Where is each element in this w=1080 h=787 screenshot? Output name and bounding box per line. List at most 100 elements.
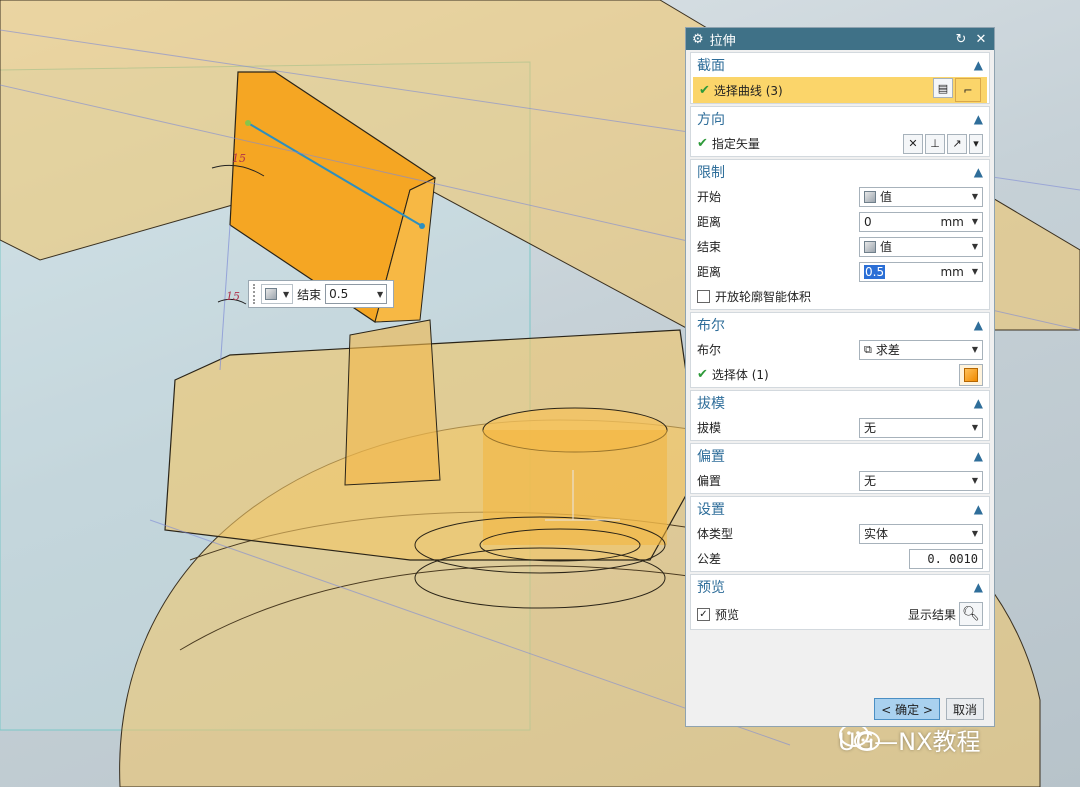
- start-label: 开始: [697, 190, 722, 204]
- check-icon: ✔: [699, 82, 710, 98]
- show-result-label: 显示结果: [907, 607, 956, 622]
- dialog-titlebar[interactable]: ⚙ 拉伸 ↻ ✕: [686, 28, 994, 50]
- limits-header[interactable]: 限制 ▲: [691, 160, 989, 184]
- chevron-down-icon[interactable]: ▼: [972, 267, 978, 276]
- drag-grip[interactable]: [253, 284, 257, 304]
- draft-group: 拔模 ▲ 拔模 无 ▼: [690, 390, 990, 441]
- limits-header-label: 限制: [697, 165, 725, 181]
- limit-type-dropdown[interactable]: ▼: [261, 284, 294, 304]
- limits-group: 限制 ▲ 开始 值 ▼ 距离 0 mm ▼ 结束 值 ▼ 距离 0.5 mm ▼…: [690, 159, 990, 310]
- collapse-icon[interactable]: ▲: [974, 112, 983, 126]
- start-type-value: 值: [880, 190, 893, 204]
- draft-value: 无: [864, 421, 877, 435]
- start-distance-input[interactable]: 0 mm ▼: [859, 211, 983, 232]
- dialog-footer: < 确定 > 取消: [874, 698, 984, 720]
- preview-header[interactable]: 预览 ▲: [691, 575, 989, 599]
- preview-header-label: 预览: [697, 580, 725, 596]
- unit-label: mm: [940, 214, 964, 229]
- section-group: 截面 ▲ ✔ 选择曲线 (3) ▤ ⌐: [690, 52, 990, 104]
- handle-label: 结束: [297, 287, 322, 302]
- draft-header[interactable]: 拔模 ▲: [691, 391, 989, 415]
- collapse-icon[interactable]: ▲: [974, 502, 983, 516]
- collapse-icon[interactable]: ▲: [974, 449, 983, 463]
- body-type-select[interactable]: 实体 ▼: [859, 523, 983, 544]
- select-body-row[interactable]: ✔ 选择体 (1): [691, 362, 989, 387]
- boolean-header[interactable]: 布尔 ▲: [691, 313, 989, 337]
- tolerance-input[interactable]: 0. 0010: [909, 548, 983, 569]
- collapse-icon[interactable]: ▲: [974, 396, 983, 410]
- end-row: 结束 值 ▼: [691, 234, 989, 259]
- dynamic-input-handle[interactable]: ▼ 结束 0.5 ▼: [248, 280, 394, 308]
- chevron-down-icon: ▼: [377, 289, 384, 299]
- magnifier-icon[interactable]: 🔍︎: [959, 602, 983, 626]
- draft-select[interactable]: 无 ▼: [859, 417, 983, 438]
- preview-checkbox[interactable]: ✓: [697, 607, 710, 621]
- sketch-section-icon[interactable]: ▤: [933, 78, 953, 98]
- draft-row: 拔模 无 ▼: [691, 415, 989, 440]
- offset-row: 偏置 无 ▼: [691, 468, 989, 493]
- end-distance-value: 0.5: [864, 264, 886, 279]
- direction-group: 方向 ▲ ✔ 指定矢量 ✕ ⊥ ↗ ▾: [690, 106, 990, 157]
- settings-header[interactable]: 设置 ▲: [691, 497, 989, 521]
- end-distance-input[interactable]: 0.5 mm ▼: [859, 261, 983, 282]
- close-icon[interactable]: ✕: [974, 32, 988, 47]
- boolean-select[interactable]: ⧉ 求差 ▼: [859, 339, 983, 360]
- preview-group: 预览 ▲ ✓ 预览 显示结果 🔍︎: [690, 574, 990, 630]
- reverse-direction-icon[interactable]: ✕: [903, 133, 923, 154]
- tolerance-row: 公差 0. 0010: [691, 546, 989, 571]
- start-type-select[interactable]: 值 ▼: [859, 186, 983, 207]
- chevron-down-icon: ▼: [971, 192, 978, 201]
- curve-end-point: [419, 223, 425, 229]
- offset-label: 偏置: [697, 474, 722, 488]
- solid-body-icon[interactable]: [959, 363, 983, 386]
- offset-header[interactable]: 偏置 ▲: [691, 444, 989, 468]
- select-curve-row[interactable]: ✔ 选择曲线 (3) ▤ ⌐: [693, 77, 987, 103]
- direction-header[interactable]: 方向 ▲: [691, 107, 989, 131]
- specify-vector-label: 指定矢量: [711, 137, 760, 151]
- curve-select-icon[interactable]: ⌐: [955, 78, 981, 102]
- chevron-down-icon[interactable]: ▼: [972, 217, 978, 226]
- preview-row: ✓ 预览 显示结果 🔍︎: [691, 599, 989, 629]
- chevron-down-icon: ▼: [283, 289, 290, 299]
- gear-icon[interactable]: ⚙: [692, 32, 704, 47]
- start-distance-row: 距离 0 mm ▼: [691, 209, 989, 234]
- end-distance-label: 距离: [697, 265, 722, 279]
- cancel-button[interactable]: 取消: [945, 698, 984, 720]
- collapse-icon[interactable]: ▲: [974, 580, 983, 594]
- draft-label: 拔模: [697, 421, 722, 435]
- chevron-down-icon: ▼: [971, 476, 978, 485]
- open-profile-checkbox[interactable]: [697, 290, 710, 303]
- section-header[interactable]: 截面 ▲: [691, 53, 989, 77]
- unit-label: mm: [940, 264, 964, 279]
- specify-vector-row[interactable]: ✔ 指定矢量 ✕ ⊥ ↗ ▾: [691, 131, 989, 156]
- open-profile-label: 开放轮廓智能体积: [715, 290, 812, 304]
- angle-label: 15: [232, 152, 246, 165]
- cube-icon: [864, 190, 876, 203]
- chevron-down-icon: ▼: [971, 529, 978, 538]
- chevron-down-icon: ▼: [971, 345, 978, 354]
- vector-type-icon[interactable]: ↗: [947, 133, 967, 154]
- cube-icon: [265, 288, 277, 300]
- end-type-select[interactable]: 值 ▼: [859, 236, 983, 257]
- open-profile-row[interactable]: 开放轮廓智能体积: [691, 284, 989, 309]
- slot-wall: [344, 319, 441, 486]
- chevron-down-icon[interactable]: ▾: [969, 133, 983, 154]
- handle-value-input[interactable]: 0.5 ▼: [325, 284, 388, 304]
- chevron-down-icon: ▼: [971, 423, 978, 432]
- body-type-label: 体类型: [697, 527, 734, 541]
- collapse-icon[interactable]: ▲: [974, 58, 983, 72]
- ok-button[interactable]: < 确定 >: [874, 698, 940, 720]
- collapse-icon[interactable]: ▲: [974, 318, 983, 332]
- reset-icon[interactable]: ↻: [954, 32, 968, 47]
- collapse-icon[interactable]: ▲: [974, 165, 983, 179]
- select-body-label: 选择体 (1): [711, 368, 769, 382]
- extrude-dialog: ⚙ 拉伸 ↻ ✕ 截面 ▲ ✔ 选择曲线 (3) ▤ ⌐ 方向 ▲ ✔ 指定矢量 ✕…: [685, 27, 995, 727]
- tolerance-label: 公差: [697, 552, 722, 566]
- start-distance-value: 0: [864, 214, 872, 229]
- offset-select[interactable]: 无 ▼: [859, 470, 983, 491]
- select-curve-label: 选择曲线 (3): [713, 83, 783, 98]
- body-type-row: 体类型 实体 ▼: [691, 521, 989, 546]
- vector-dialog-icon[interactable]: ⊥: [925, 133, 945, 154]
- boolean-header-label: 布尔: [697, 318, 725, 334]
- check-icon: ✔: [697, 367, 708, 382]
